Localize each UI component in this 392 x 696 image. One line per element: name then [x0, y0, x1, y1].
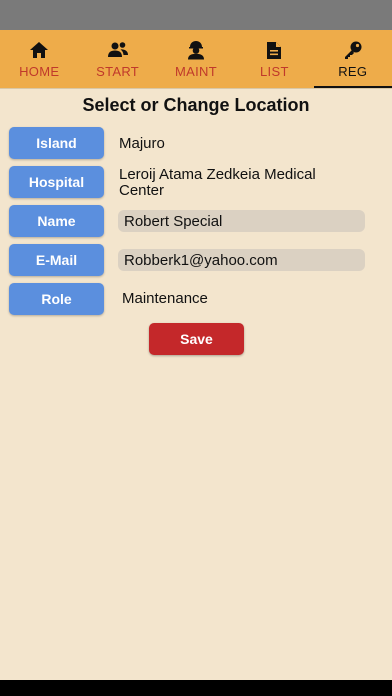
key-icon	[342, 39, 364, 61]
tab-label: HOME	[19, 64, 60, 79]
status-bar	[0, 0, 392, 30]
tab-start[interactable]: START	[78, 30, 156, 88]
worker-icon	[185, 39, 207, 61]
system-nav-bar	[0, 680, 392, 696]
document-icon	[263, 39, 285, 61]
tab-label: REG	[338, 64, 368, 79]
home-icon	[28, 39, 50, 61]
users-icon	[107, 39, 129, 61]
hospital-value: Leroij Atama Zedkeia Medical Center	[119, 166, 316, 199]
tab-reg[interactable]: REG	[313, 30, 392, 88]
hospital-label: Hospital	[9, 166, 104, 198]
tab-maint[interactable]: MAINT	[157, 30, 235, 88]
tab-label: START	[96, 64, 140, 79]
tab-bar: HOME START MAINT LIST REG	[0, 30, 392, 89]
role-label: Role	[9, 283, 104, 315]
tab-list[interactable]: LIST	[235, 30, 313, 88]
name-label: Name	[9, 205, 104, 237]
tab-home[interactable]: HOME	[0, 30, 78, 88]
email-field[interactable]	[118, 249, 365, 271]
name-field[interactable]	[118, 210, 365, 232]
save-button[interactable]: Save	[149, 323, 244, 355]
tab-label: LIST	[260, 64, 289, 79]
island-value: Majuro	[119, 135, 165, 152]
role-value: Maintenance	[122, 290, 208, 307]
tab-label: MAINT	[175, 64, 217, 79]
island-label: Island	[9, 127, 104, 159]
page-title: Select or Change Location	[82, 95, 310, 115]
email-label: E-Mail	[9, 244, 104, 276]
